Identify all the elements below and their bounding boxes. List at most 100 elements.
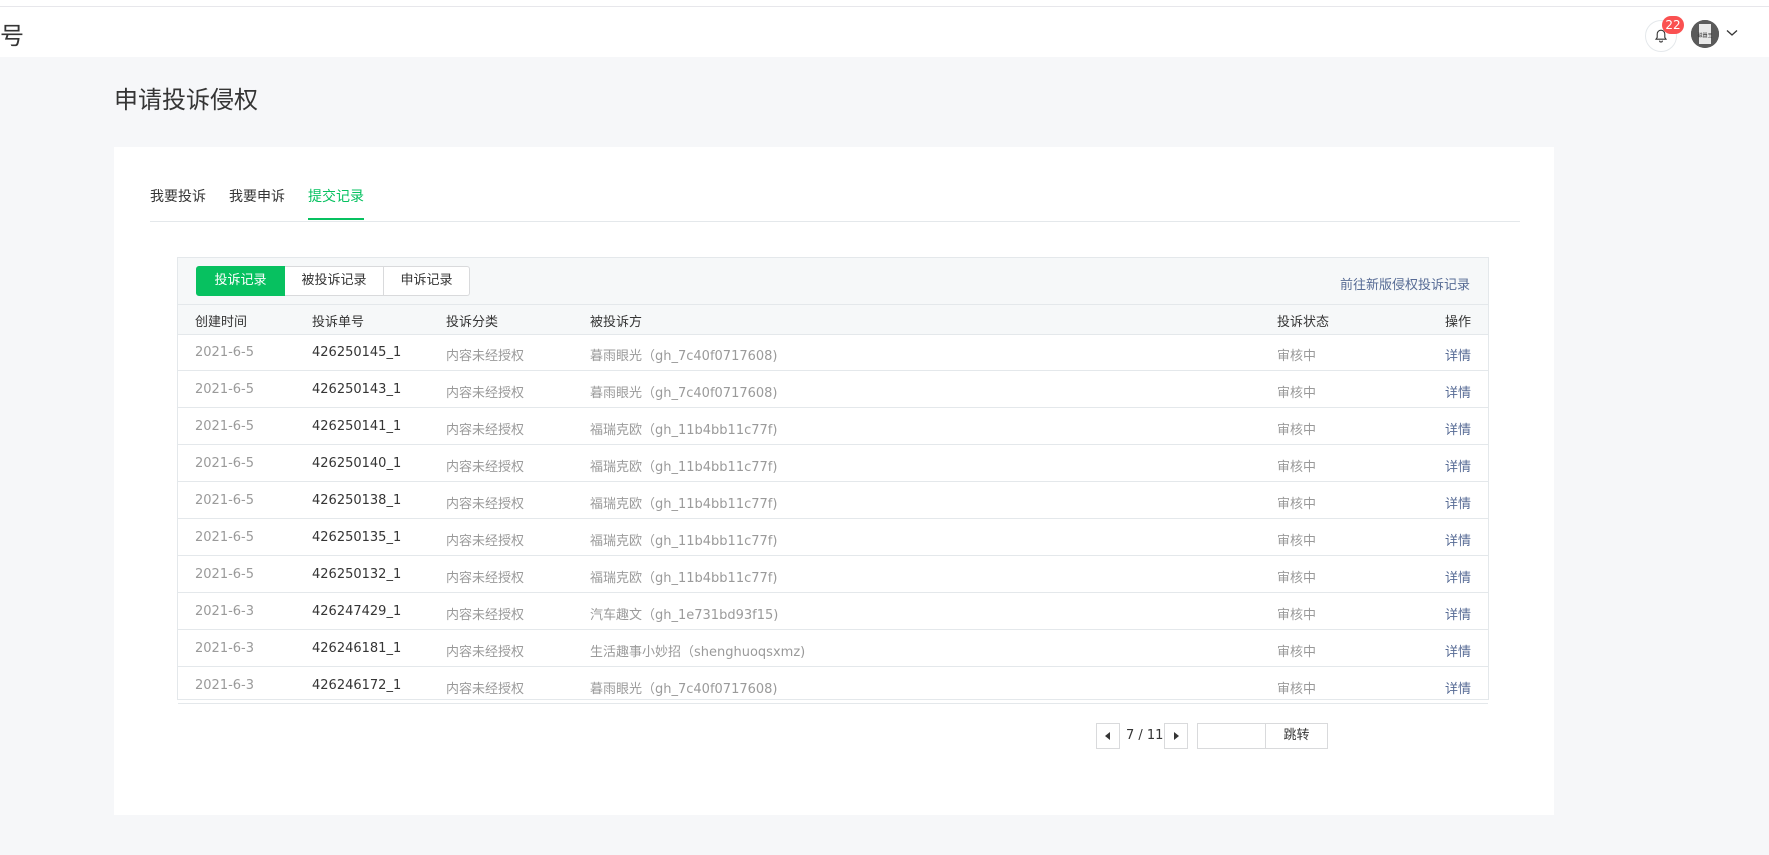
- tab-appeal-records[interactable]: 申诉记录: [384, 266, 470, 296]
- header-respondent: 被投诉方: [590, 315, 643, 330]
- cell-date: 2021-6-5: [195, 382, 255, 397]
- top-strip: [0, 0, 1769, 7]
- table-row: 2021-6-5 426250143_1 内容未经授权 暮雨眼光（gh_7c40f07…: [178, 372, 1488, 408]
- cell-category: 内容未经授权: [446, 645, 525, 660]
- cell-respondent: 福瑞克欧（gh_11b4bb11c77f): [590, 460, 778, 475]
- cell-complaint-id: 426250138_1: [312, 493, 402, 508]
- cell-status: 审核中: [1277, 645, 1317, 660]
- avatar[interactable]: 磁器王: [1691, 20, 1719, 48]
- record-type-switch: 投诉记录 被投诉记录 申诉记录: [196, 266, 470, 296]
- cell-complaint-id: 426250141_1: [312, 419, 402, 434]
- cell-category: 内容未经授权: [446, 460, 525, 475]
- detail-link[interactable]: 详情: [1445, 382, 1471, 401]
- cell-complaint-id: 426250132_1: [312, 567, 402, 582]
- header-created-time: 创建时间: [195, 315, 248, 330]
- avatar-text: 磁器王: [1697, 32, 1712, 39]
- cell-status: 审核中: [1277, 571, 1317, 586]
- detail-link[interactable]: 详情: [1445, 493, 1471, 512]
- table-row: 2021-6-3 426246172_1 内容未经授权 暮雨眼光（gh_7c40f07…: [178, 668, 1488, 704]
- tab-appeal[interactable]: 我要申诉: [229, 187, 285, 207]
- records-table: 投诉记录 被投诉记录 申诉记录 前往新版侵权投诉记录 创建时间 投诉单号 投诉分…: [177, 257, 1489, 704]
- cell-complaint-id: 426250145_1: [312, 345, 402, 360]
- cell-complaint-id: 426247429_1: [312, 604, 402, 619]
- tab-complained-records[interactable]: 被投诉记录: [285, 266, 384, 296]
- page-indicator: 7 / 11: [1126, 728, 1164, 743]
- header-bar: 号 22 磁器王: [0, 7, 1769, 57]
- page-title: 申请投诉侵权: [114, 86, 258, 114]
- header-complaint-id: 投诉单号: [312, 315, 365, 330]
- prev-page-button[interactable]: [1096, 723, 1120, 749]
- cell-status: 审核中: [1277, 497, 1317, 512]
- table-row: 2021-6-5 426250135_1 内容未经授权 福瑞克欧（gh_11b4bb1…: [178, 520, 1488, 556]
- cell-respondent: 福瑞克欧（gh_11b4bb11c77f): [590, 423, 778, 438]
- table-row: 2021-6-5 426250141_1 内容未经授权 福瑞克欧（gh_11b4bb1…: [178, 409, 1488, 445]
- cell-status: 审核中: [1277, 423, 1317, 438]
- new-version-records-link[interactable]: 前往新版侵权投诉记录: [1340, 274, 1470, 293]
- cell-date: 2021-6-3: [195, 641, 255, 656]
- tab-complain[interactable]: 我要投诉: [150, 187, 206, 207]
- detail-link[interactable]: 详情: [1445, 678, 1471, 697]
- avatar-image: 磁器王: [1691, 20, 1719, 48]
- cell-date: 2021-6-5: [195, 567, 255, 582]
- cell-date: 2021-6-5: [195, 456, 255, 471]
- cell-category: 内容未经授权: [446, 349, 525, 364]
- detail-link[interactable]: 详情: [1445, 604, 1471, 623]
- cell-complaint-id: 426246181_1: [312, 641, 402, 656]
- cell-status: 审核中: [1277, 349, 1317, 364]
- header-action: 操作: [1444, 315, 1471, 330]
- cell-category: 内容未经授权: [446, 608, 525, 623]
- cell-date: 2021-6-5: [195, 345, 255, 360]
- cell-date: 2021-6-5: [195, 530, 255, 545]
- table-toolbar: 投诉记录 被投诉记录 申诉记录 前往新版侵权投诉记录: [178, 258, 1488, 305]
- detail-link[interactable]: 详情: [1445, 419, 1471, 438]
- detail-link[interactable]: 详情: [1445, 345, 1471, 364]
- tab-complaint-records[interactable]: 投诉记录: [196, 266, 285, 296]
- table-row: 2021-6-5 426250145_1 内容未经授权 暮雨眼光（gh_7c40f07…: [178, 335, 1488, 371]
- cell-date: 2021-6-3: [195, 678, 255, 693]
- detail-link[interactable]: 详情: [1445, 641, 1471, 660]
- page-jump-input[interactable]: [1197, 723, 1266, 749]
- chevron-down-icon[interactable]: [1726, 29, 1738, 37]
- header-category: 投诉分类: [446, 315, 499, 330]
- table-row: 2021-6-3 426247429_1 内容未经授权 汽车趣文（gh_1e731bd…: [178, 594, 1488, 630]
- cell-category: 内容未经授权: [446, 534, 525, 549]
- detail-link[interactable]: 详情: [1445, 567, 1471, 586]
- tab-submission-records[interactable]: 提交记录: [308, 187, 364, 220]
- cell-respondent: 汽车趣文（gh_1e731bd93f15): [590, 608, 779, 623]
- cell-date: 2021-6-3: [195, 604, 255, 619]
- brand-title: 号: [0, 22, 24, 50]
- cell-status: 审核中: [1277, 682, 1317, 697]
- header-status: 投诉状态: [1277, 315, 1330, 330]
- cell-category: 内容未经授权: [446, 571, 525, 586]
- cell-respondent: 暮雨眼光（gh_7c40f0717608): [590, 349, 778, 364]
- cell-date: 2021-6-5: [195, 493, 255, 508]
- cell-respondent: 生活趣事小妙招（shenghuoqsxmz): [590, 645, 806, 660]
- cell-category: 内容未经授权: [446, 423, 525, 438]
- detail-link[interactable]: 详情: [1445, 456, 1471, 475]
- cell-complaint-id: 426250143_1: [312, 382, 402, 397]
- cell-status: 审核中: [1277, 534, 1317, 549]
- notification-count-badge: 22: [1662, 16, 1684, 34]
- detail-link[interactable]: 详情: [1445, 530, 1471, 549]
- caret-right-icon: [1174, 732, 1179, 740]
- cell-status: 审核中: [1277, 386, 1317, 401]
- cell-respondent: 福瑞克欧（gh_11b4bb11c77f): [590, 497, 778, 512]
- cell-complaint-id: 426250135_1: [312, 530, 402, 545]
- cell-status: 审核中: [1277, 608, 1317, 623]
- table-row: 2021-6-5 426250138_1 内容未经授权 福瑞克欧（gh_11b4bb1…: [178, 483, 1488, 519]
- cell-respondent: 暮雨眼光（gh_7c40f0717608): [590, 386, 778, 401]
- next-page-button[interactable]: [1164, 723, 1188, 749]
- page-jump-button[interactable]: 跳转: [1265, 723, 1328, 749]
- cell-category: 内容未经授权: [446, 497, 525, 512]
- cell-respondent: 暮雨眼光（gh_7c40f0717608): [590, 682, 778, 697]
- cell-date: 2021-6-5: [195, 419, 255, 434]
- cell-complaint-id: 426250140_1: [312, 456, 402, 471]
- table-row: 2021-6-3 426246181_1 内容未经授权 生活趣事小妙招（shenghu…: [178, 631, 1488, 667]
- cell-respondent: 福瑞克欧（gh_11b4bb11c77f): [590, 571, 778, 586]
- cell-respondent: 福瑞克欧（gh_11b4bb11c77f): [590, 534, 778, 549]
- cell-complaint-id: 426246172_1: [312, 678, 402, 693]
- table-row: 2021-6-5 426250132_1 内容未经授权 福瑞克欧（gh_11b4bb1…: [178, 557, 1488, 593]
- table-row: 2021-6-5 426250140_1 内容未经授权 福瑞克欧（gh_11b4bb1…: [178, 446, 1488, 482]
- main-card: 我要投诉 我要申诉 提交记录 投诉记录 被投诉记录 申诉记录 前往新版侵权投诉记…: [114, 147, 1554, 815]
- main-tabs: 我要投诉 我要申诉 提交记录: [150, 187, 1520, 222]
